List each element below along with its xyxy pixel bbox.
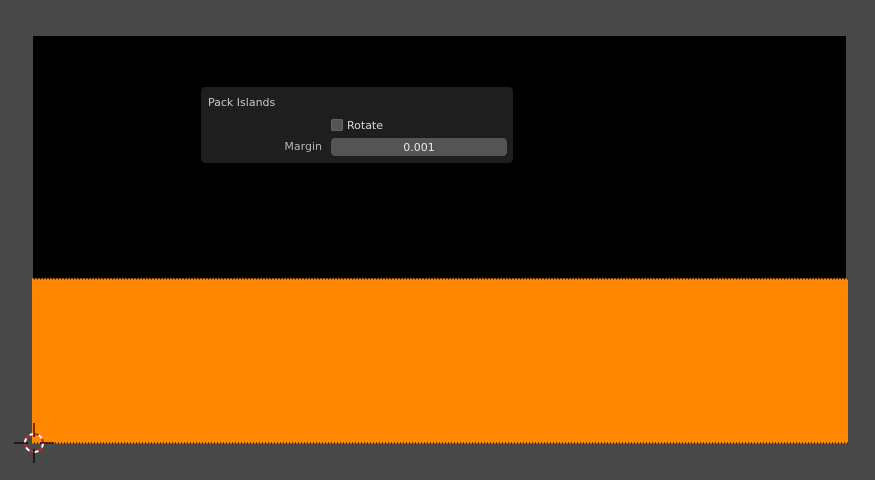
rotate-checkbox[interactable] [331, 119, 343, 131]
uv-editor-viewport[interactable]: Pack Islands Rotate Margin 0.001 [0, 0, 875, 480]
margin-label: Margin [284, 140, 322, 153]
rotate-checkbox-row[interactable]: Rotate [331, 117, 383, 133]
rotate-label: Rotate [347, 118, 384, 132]
margin-number-field[interactable]: 0.001 [331, 138, 507, 156]
3d-cursor-icon[interactable] [14, 423, 54, 463]
panel-title: Pack Islands [208, 96, 276, 109]
pack-islands-operator-panel: Pack Islands Rotate Margin 0.001 [201, 87, 513, 163]
margin-value: 0.001 [403, 140, 435, 154]
uv-island-selected[interactable] [32, 278, 848, 444]
